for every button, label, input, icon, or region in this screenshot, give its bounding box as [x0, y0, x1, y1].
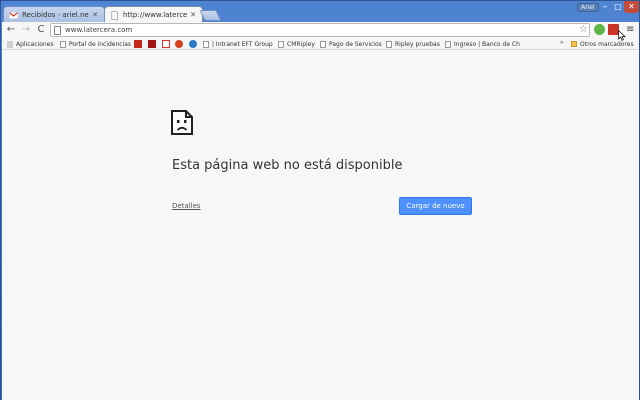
- bookmark-label: Pago de Servicios: [329, 40, 382, 48]
- reload-button[interactable]: C: [35, 24, 47, 36]
- address-bar-url: www.latercera.com: [65, 26, 133, 34]
- bookmarks-overflow-chevron[interactable]: »: [560, 39, 564, 46]
- gmail-bookmark-icon[interactable]: [162, 40, 170, 48]
- browser-window: Recibidos - ariel.neira@ ✕ http://www.la…: [0, 0, 640, 400]
- bookmark-star-icon[interactable]: ☆: [579, 24, 588, 36]
- bookmark-pago-servicios[interactable]: Pago de Servicios: [320, 39, 382, 49]
- forward-button[interactable]: →: [20, 24, 32, 36]
- evernote-extension-icon[interactable]: [594, 24, 605, 35]
- bookmarks-bar: Aplicaciones Portal de incidencias | Int…: [2, 38, 639, 50]
- mouse-cursor-icon: [618, 30, 626, 41]
- details-link[interactable]: Detalles: [172, 202, 201, 210]
- bookmark-label: CMRipley: [287, 40, 315, 48]
- tab-strip: Recibidos - ariel.neira@ ✕ http://www.la…: [1, 1, 639, 23]
- chrome-menu-icon[interactable]: ≡: [626, 24, 634, 36]
- back-button[interactable]: ←: [5, 24, 17, 36]
- page-content: Esta página web no está disponible Detal…: [2, 50, 639, 400]
- tab-title: Recibidos - ariel.neira@: [22, 11, 89, 19]
- page-icon: [54, 26, 61, 35]
- bookmark-banco[interactable]: Ingreso | Banco de Ch: [445, 39, 520, 49]
- bookmark-label: Ripley pruebas: [395, 40, 440, 48]
- tab-close-icon[interactable]: ✕: [92, 11, 98, 19]
- page-icon: [111, 10, 118, 20]
- error-title: Esta página web no está disponible: [172, 158, 403, 173]
- page-icon: [386, 40, 392, 48]
- profile-badge[interactable]: Ariel: [577, 3, 599, 12]
- close-window-icon[interactable]: ✕: [624, 1, 639, 13]
- youtube-bookmark-icon[interactable]: [134, 40, 142, 48]
- page-icon: [203, 40, 209, 48]
- folder-icon: [571, 41, 577, 47]
- bookmark-cmripley[interactable]: CMRipley: [278, 39, 315, 49]
- browser-toolbar: ← → C www.latercera.com ☆ ≡: [2, 22, 639, 38]
- bookmark-label: Ingreso | Banco de Ch: [454, 40, 520, 48]
- bookmark-label: Otros marcadores: [580, 40, 634, 48]
- bookmark-label: | Intranet EFT Group: [212, 40, 273, 48]
- sad-page-icon: [171, 110, 193, 135]
- tab-latercera[interactable]: http://www.latercera.c ✕: [104, 6, 203, 23]
- page-icon: [445, 40, 451, 48]
- page-icon: [60, 40, 66, 48]
- news-bookmark-icon[interactable]: [148, 40, 156, 48]
- tab-close-icon[interactable]: ✕: [190, 11, 196, 19]
- minimize-icon[interactable]: ‒: [598, 1, 612, 13]
- tab-gmail[interactable]: Recibidos - ariel.neira@ ✕: [3, 6, 105, 23]
- blue-bookmark-icon[interactable]: [189, 40, 197, 48]
- maximize-icon[interactable]: □: [611, 1, 625, 13]
- address-bar[interactable]: www.latercera.com: [50, 23, 590, 37]
- gmail-icon: [9, 11, 18, 19]
- bookmark-apps[interactable]: Aplicaciones: [7, 39, 53, 49]
- red-bookmark-icon[interactable]: [175, 40, 183, 48]
- bookmark-ripley-pruebas[interactable]: Ripley pruebas: [386, 39, 440, 49]
- reload-page-button[interactable]: Cargar de nuevo: [399, 197, 472, 215]
- bookmark-label: Aplicaciones: [16, 40, 54, 48]
- page-icon: [278, 40, 284, 48]
- apps-icon: [7, 40, 13, 48]
- page-icon: [320, 40, 326, 48]
- tab-title: http://www.latercera.c: [123, 11, 188, 19]
- bookmark-label: Portal de incidencias: [69, 40, 132, 48]
- bookmark-portal-incidencias[interactable]: Portal de incidencias: [60, 39, 131, 49]
- bookmark-intranet-eft[interactable]: | Intranet EFT Group: [203, 39, 273, 49]
